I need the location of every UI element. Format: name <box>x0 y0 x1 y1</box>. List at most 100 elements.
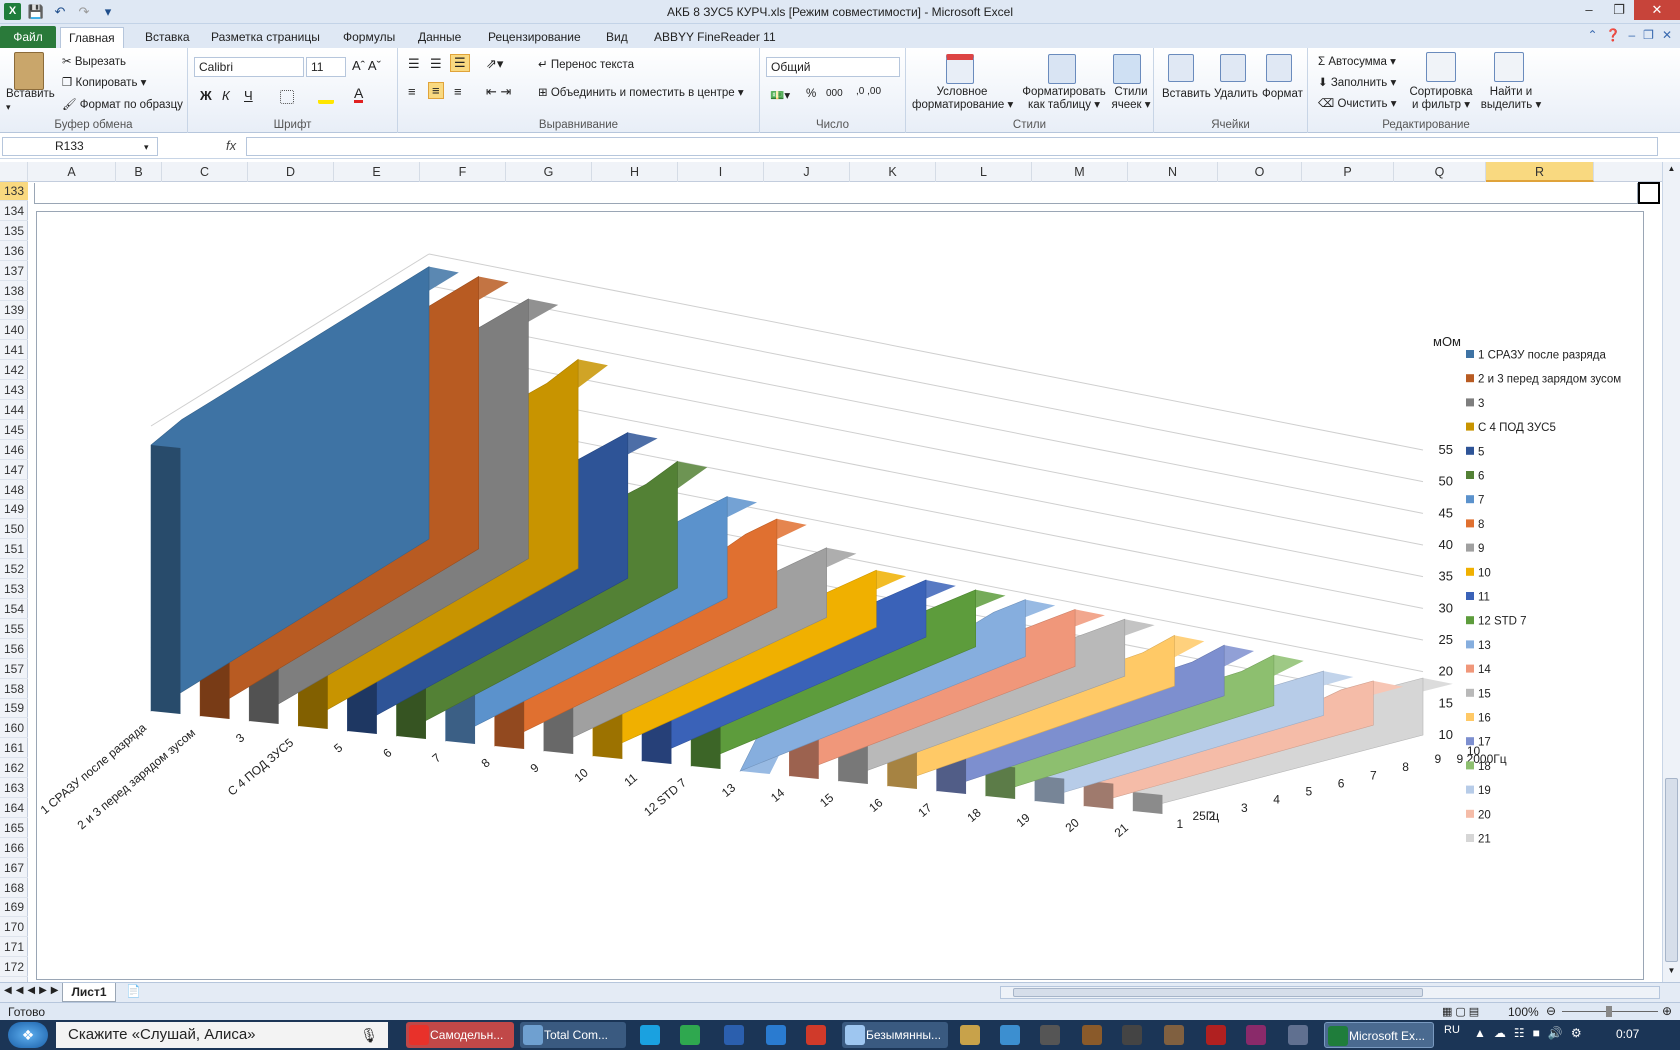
row-header-157[interactable]: 157 <box>0 660 28 679</box>
calc-icon[interactable] <box>1000 1025 1020 1045</box>
column-header-j[interactable]: J <box>764 162 850 182</box>
row-header-141[interactable]: 141 <box>0 341 28 361</box>
taskbar-app-paint[interactable]: Безымянны... <box>842 1022 948 1048</box>
skype-icon[interactable] <box>640 1025 660 1045</box>
tab-formulas[interactable]: Формулы <box>335 27 403 48</box>
app-icon-c[interactable] <box>1206 1025 1226 1045</box>
column-header-g[interactable]: G <box>506 162 592 182</box>
word-icon[interactable] <box>724 1025 744 1045</box>
italic-button[interactable]: К <box>222 88 230 103</box>
zoom-out-icon[interactable]: ⊖ <box>1546 1004 1556 1018</box>
select-all-corner[interactable] <box>0 162 28 182</box>
row-header-154[interactable]: 154 <box>0 600 28 619</box>
copy-button[interactable]: ❐ Копировать ▾ <box>62 75 146 89</box>
zoom-in-icon[interactable]: ⊕ <box>1662 1004 1672 1018</box>
column-header-m[interactable]: M <box>1032 162 1128 182</box>
conditional-format-icon[interactable] <box>946 54 974 84</box>
insert-cells-button[interactable]: Вставить <box>1162 88 1211 100</box>
scroll-up-icon[interactable]: ▲ <box>1665 164 1678 176</box>
minimize-button[interactable]: – <box>1574 0 1604 20</box>
column-header-n[interactable]: N <box>1128 162 1218 182</box>
tab-file[interactable]: Файл <box>0 26 56 48</box>
autosum-button[interactable]: Σ Автосумма ▾ <box>1318 54 1396 68</box>
paste-icon[interactable] <box>14 52 44 90</box>
merge-center-button[interactable]: ⊞ Объединить и поместить в центре ▾ <box>538 85 744 99</box>
format-as-table-button[interactable]: Форматировать как таблицу ▾ <box>1018 86 1110 112</box>
bluetooth-icon[interactable] <box>766 1025 786 1045</box>
column-header-d[interactable]: D <box>248 162 334 182</box>
conditional-format-button[interactable]: Условное форматирование ▾ <box>912 86 1013 112</box>
tab-insert[interactable]: Вставка <box>137 27 198 48</box>
align-middle-icon[interactable]: ☰ <box>430 56 442 72</box>
row-header-153[interactable]: 153 <box>0 580 28 599</box>
name-box[interactable]: R133 <box>2 137 158 156</box>
align-center-icon[interactable]: ≡ <box>428 82 444 99</box>
tab-page-layout[interactable]: Разметка страницы <box>203 27 328 48</box>
tools-icon[interactable] <box>1082 1025 1102 1045</box>
chart-area[interactable]: 10 15 20 25 30 35 40 45 50 55 мОм 1 СРАЗУ после раз… <box>36 211 1644 980</box>
row-header-148[interactable]: 148 <box>0 481 28 500</box>
active-cell[interactable] <box>1638 182 1660 204</box>
row-header-158[interactable]: 158 <box>0 680 28 699</box>
cell-styles-icon[interactable] <box>1113 54 1141 84</box>
column-header-h[interactable]: H <box>592 162 678 182</box>
bold-button[interactable]: Ж <box>200 88 212 103</box>
start-button[interactable]: ❖ <box>8 1022 48 1048</box>
grow-font-icon[interactable]: Aˆ Aˇ <box>352 58 381 73</box>
row-header-169[interactable]: 169 <box>0 898 28 918</box>
row-header-156[interactable]: 156 <box>0 640 28 659</box>
restore-button[interactable]: ❐ <box>1604 0 1634 20</box>
row-header-149[interactable]: 149 <box>0 500 28 520</box>
app-icon-b[interactable] <box>1164 1025 1184 1045</box>
scroll-down-icon[interactable]: ▼ <box>1665 966 1678 978</box>
column-header-r[interactable]: R <box>1486 162 1594 182</box>
row-header-171[interactable]: 171 <box>0 938 28 958</box>
doc-minimize-icon[interactable]: – <box>1628 28 1635 42</box>
alice-search-box[interactable]: Скажите «Слушай, Алиса» 🎙 <box>56 1022 388 1048</box>
decimal-icons[interactable]: ,0 ,00 <box>856 86 881 97</box>
column-header-q[interactable]: Q <box>1394 162 1486 182</box>
column-header-k[interactable]: K <box>850 162 936 182</box>
doc-close-icon[interactable]: ✕ <box>1662 28 1672 42</box>
align-top-icon[interactable]: ☰ <box>408 56 420 72</box>
row-header-167[interactable]: 167 <box>0 859 28 878</box>
name-box-dropdown-icon[interactable]: ▾ <box>144 142 149 153</box>
language-indicator[interactable]: RU <box>1444 1024 1460 1036</box>
font-size-combo[interactable]: 11 <box>306 57 346 77</box>
taskbar-app-totalcmd[interactable]: Total Com... <box>520 1022 626 1048</box>
paste-button[interactable]: Вставить <box>6 88 55 100</box>
column-header-o[interactable]: O <box>1218 162 1302 182</box>
tab-home[interactable]: Главная <box>60 27 124 48</box>
column-header-b[interactable]: B <box>116 162 162 182</box>
zoom-slider-thumb[interactable] <box>1606 1006 1612 1017</box>
row-header-162[interactable]: 162 <box>0 759 28 779</box>
tab-abbyy[interactable]: ABBYY FineReader 11 <box>646 27 784 48</box>
help-icon[interactable]: ❓ <box>1606 28 1621 42</box>
row-header-144[interactable]: 144 <box>0 401 28 420</box>
column-header-p[interactable]: P <box>1302 162 1394 182</box>
row-header-143[interactable]: 143 <box>0 381 28 400</box>
format-cells-icon[interactable] <box>1266 54 1292 82</box>
row-header-139[interactable]: 139 <box>0 301 28 321</box>
fill-color-icon[interactable] <box>318 90 334 104</box>
row-header-140[interactable]: 140 <box>0 321 28 341</box>
zoom-level[interactable]: 100% <box>1508 1005 1539 1019</box>
find-select-button[interactable]: Найти и выделить ▾ <box>1480 86 1542 112</box>
find-select-icon[interactable] <box>1494 52 1524 82</box>
taskbar-app-browser[interactable]: Самодельн... <box>406 1022 514 1048</box>
formula-input[interactable] <box>246 137 1658 156</box>
row-header-155[interactable]: 155 <box>0 620 28 639</box>
folder-icon[interactable] <box>960 1025 980 1045</box>
sheet-tab-list1[interactable]: Лист1 <box>62 983 116 1002</box>
row-header-135[interactable]: 135 <box>0 222 28 241</box>
row-header-146[interactable]: 146 <box>0 441 28 460</box>
format-painter-button[interactable]: 🖌 Формат по образцу <box>62 97 183 111</box>
horizontal-scroll-thumb[interactable] <box>1013 988 1423 997</box>
cell-styles-button[interactable]: Стили ячеек ▾ <box>1110 86 1152 112</box>
tab-view[interactable]: Вид <box>598 27 636 48</box>
row-header-159[interactable]: 159 <box>0 699 28 719</box>
vertical-scroll-thumb[interactable] <box>1665 778 1678 962</box>
row-header-151[interactable]: 151 <box>0 540 28 560</box>
column-header-a[interactable]: A <box>28 162 116 182</box>
font-color-icon[interactable]: A <box>354 86 364 103</box>
